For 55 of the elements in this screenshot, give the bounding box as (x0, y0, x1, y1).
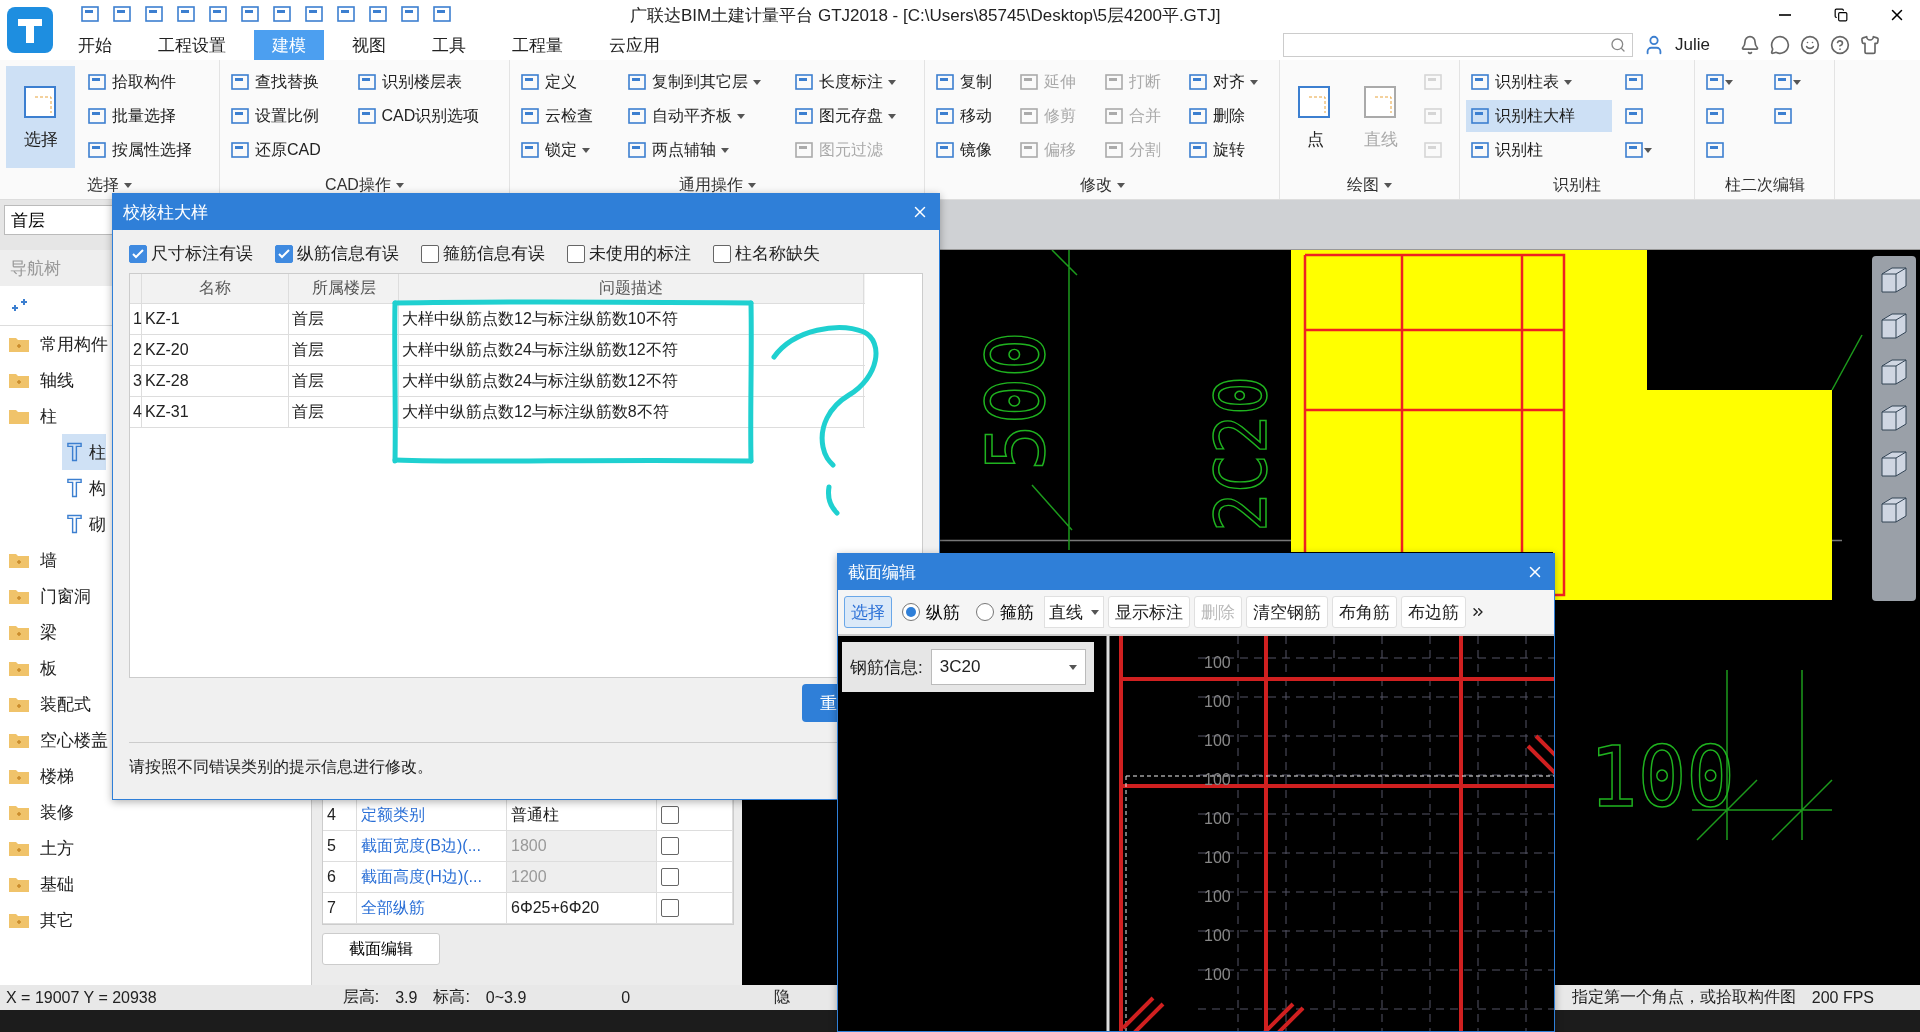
table-cell: KZ-31 (142, 397, 289, 427)
table-cell: 首层 (289, 335, 399, 365)
grid-label: 100 (1204, 732, 1231, 750)
row-number: 1 (130, 304, 142, 334)
row-number: 5 (323, 831, 357, 861)
elevation: 0~3.9 (485, 988, 527, 1007)
grid-label: 100 (1204, 966, 1231, 984)
table-cell: 大样中纵筋点数24与标注纵筋数12不符 (399, 335, 864, 365)
table-cell: KZ-28 (142, 366, 289, 396)
row-number: 6 (323, 862, 357, 892)
row-number: 7 (323, 893, 357, 923)
elevation-label: 标高: (433, 987, 470, 1007)
nav-title: 导航树 (10, 257, 61, 280)
grid-label: 100 (1204, 771, 1231, 789)
property-name: 全部纵筋 (357, 893, 507, 923)
table-cell: 首层 (289, 304, 399, 334)
grid-label: 100 (1204, 849, 1231, 867)
row-number: 3 (130, 366, 142, 396)
table-cell: 大样中纵筋点数12与标注纵筋数8不符 (399, 397, 864, 427)
table-cell: KZ-1 (142, 304, 289, 334)
grid-label: 100 (1204, 693, 1231, 711)
group-title: 修改 (1079, 174, 1125, 196)
table-cell: 首层 (289, 397, 399, 427)
grid-label: 100 (1204, 654, 1231, 672)
column-header: 所属楼层 (289, 274, 399, 303)
row-number: 4 (130, 397, 142, 427)
window-title: 广联达BIM土建计量平台 GTJ2018 - [C:\Users\85745\Desktop\5层4200平.GTJ] (630, 4, 1222, 27)
coordinates: X = 19007 Y = 20938 (6, 988, 157, 1007)
group-title: 绘图 (1347, 174, 1392, 196)
table-cell: 大样中纵筋点数24与标注纵筋数12不符 (399, 366, 864, 396)
cad-label: 500 (982, 328, 1052, 474)
rebar-label: 钢筋信息: (850, 656, 923, 679)
group-title: 识别柱 (1553, 174, 1601, 195)
user-name: Julie (1675, 35, 1710, 55)
table-cell: KZ-20 (142, 335, 289, 365)
dialog-title: 校核柱大样 (123, 201, 209, 224)
cad-label: 2C20 (1188, 360, 1284, 546)
column-header: 名称 (142, 274, 289, 303)
table-cell: 首层 (289, 366, 399, 396)
status-hint: 指定第一个角点，或拾取构件图 (1571, 987, 1796, 1007)
status-text: 隐 (774, 987, 791, 1007)
status-count: 0 (621, 988, 631, 1007)
group-title: 选择 (87, 174, 132, 196)
grid-label: 100 (1204, 888, 1231, 906)
group-title: CAD操作 (325, 174, 404, 196)
group-title: 柱二次编辑 (1724, 174, 1805, 195)
row-number: 2 (130, 335, 142, 365)
fps-reading: 200 FPS (1811, 988, 1874, 1007)
table-cell: 大样中纵筋点数12与标注纵筋数10不符 (399, 304, 864, 334)
dialog-title: 截面编辑 (848, 561, 917, 584)
floor-height-label: 层高: (342, 987, 380, 1007)
grid-label: 100 (1204, 810, 1231, 828)
floor-height: 3.9 (395, 988, 418, 1007)
group-title: 通用操作 (678, 174, 756, 196)
grid-label: 100 (1204, 927, 1231, 945)
